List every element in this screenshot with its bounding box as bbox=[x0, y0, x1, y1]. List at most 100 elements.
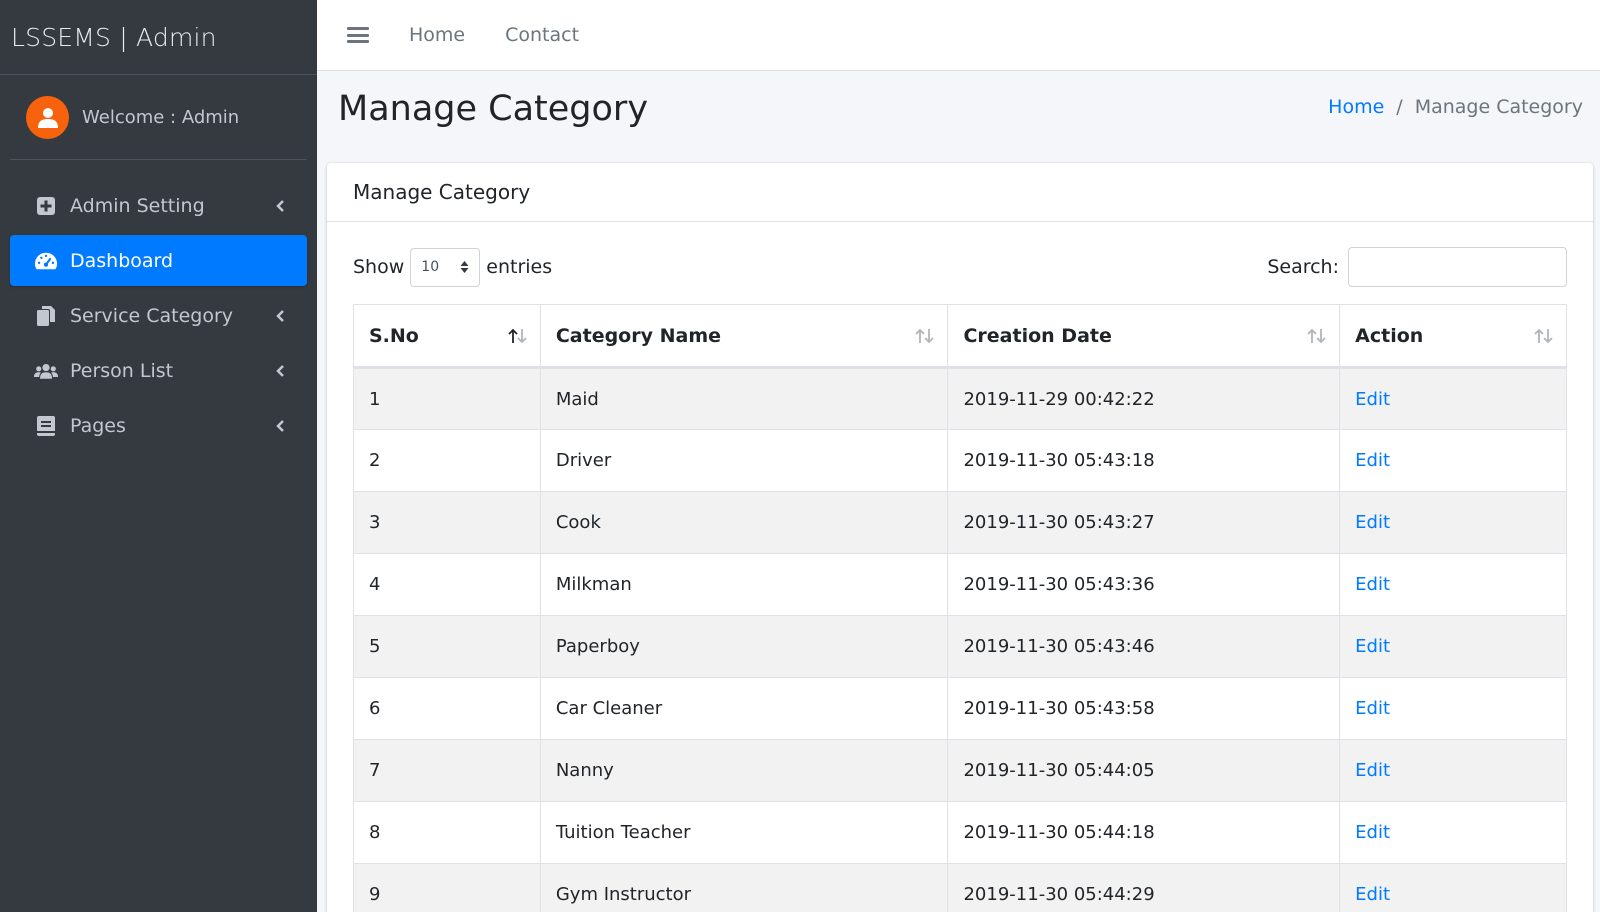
user-icon bbox=[37, 108, 58, 128]
chevron-left-icon bbox=[276, 364, 284, 377]
edit-link[interactable]: Edit bbox=[1355, 698, 1390, 719]
sidebar-item-label: Admin Setting bbox=[70, 194, 205, 217]
breadcrumb-current: Manage Category bbox=[1414, 96, 1583, 118]
cell-action: Edit bbox=[1339, 677, 1567, 740]
table-row: 7 Nanny 2019-11-30 05:44:05 Edit bbox=[353, 739, 1567, 802]
chevron-left-icon bbox=[276, 309, 284, 322]
top-navbar: Home Contact bbox=[317, 0, 1600, 71]
cell-action: Edit bbox=[1339, 553, 1567, 616]
avatar bbox=[26, 95, 69, 139]
entries-label: entries bbox=[486, 256, 553, 278]
table-row: 4 Milkman 2019-11-30 05:43:36 Edit bbox=[353, 553, 1567, 616]
brand-link[interactable]: LSSEMS | Admin bbox=[0, 0, 317, 75]
sidebar-item-label: Service Category bbox=[70, 304, 234, 327]
table-row: 9 Gym Instructor 2019-11-30 05:44:29 Edit bbox=[353, 863, 1567, 912]
cell-sno: 3 bbox=[353, 491, 541, 554]
cell-creation-date: 2019-11-30 05:44:18 bbox=[947, 801, 1341, 864]
nav-link-home[interactable]: Home bbox=[409, 24, 465, 46]
sort-icon bbox=[1307, 328, 1326, 343]
show-label: Show bbox=[353, 256, 405, 278]
cell-action: Edit bbox=[1339, 491, 1567, 554]
cell-creation-date: 2019-11-30 05:43:27 bbox=[947, 491, 1341, 554]
edit-link[interactable]: Edit bbox=[1355, 884, 1390, 905]
users-icon bbox=[34, 359, 58, 383]
cell-action: Edit bbox=[1339, 615, 1567, 678]
tachometer-icon bbox=[34, 249, 58, 273]
sort-ascending-icon bbox=[508, 328, 527, 343]
cell-creation-date: 2019-11-30 05:44:29 bbox=[947, 863, 1341, 912]
cell-sno: 2 bbox=[353, 429, 541, 492]
cell-category-name: Milkman bbox=[539, 553, 949, 616]
category-card: Manage Category Show 10 entries Search: … bbox=[327, 163, 1593, 912]
plus-square-icon bbox=[34, 194, 58, 218]
breadcrumb-separator: / bbox=[1396, 96, 1403, 118]
sidebar-nav: Admin Setting Dashboard Service Category… bbox=[10, 160, 307, 451]
edit-link[interactable]: Edit bbox=[1355, 822, 1390, 843]
table-controls: Show 10 entries Search: bbox=[353, 247, 1567, 287]
sidebar-item-service-category[interactable]: Service Category bbox=[10, 290, 307, 341]
cell-action: Edit bbox=[1339, 429, 1567, 492]
cell-category-name: Maid bbox=[539, 367, 949, 430]
cell-sno: 4 bbox=[353, 553, 541, 616]
column-header-label: Creation Date bbox=[963, 324, 1112, 347]
copy-icon bbox=[34, 304, 58, 328]
welcome-text: Welcome : Admin bbox=[82, 106, 240, 128]
column-header-sno[interactable]: S.No bbox=[353, 304, 541, 369]
table-body: 1 Maid 2019-11-29 00:42:22 Edit 2 Driver 2019-… bbox=[353, 367, 1567, 912]
edit-link[interactable]: Edit bbox=[1355, 512, 1390, 533]
cell-sno: 8 bbox=[353, 801, 541, 864]
table-row: 5 Paperboy 2019-11-30 05:43:46 Edit bbox=[353, 615, 1567, 678]
chevron-left-icon bbox=[276, 199, 284, 212]
sidebar-item-person-list[interactable]: Person List bbox=[10, 345, 307, 396]
edit-link[interactable]: Edit bbox=[1355, 636, 1390, 657]
table-row: 6 Car Cleaner 2019-11-30 05:43:58 Edit bbox=[353, 677, 1567, 740]
entries-select[interactable]: 10 bbox=[410, 247, 481, 287]
category-table: S.No Category Name Creation Date Action … bbox=[353, 304, 1567, 912]
column-header-category-name[interactable]: Category Name bbox=[539, 304, 949, 369]
cell-sno: 5 bbox=[353, 615, 541, 678]
cell-category-name: Car Cleaner bbox=[539, 677, 949, 740]
user-panel: Welcome : Admin bbox=[10, 75, 307, 160]
search-input[interactable] bbox=[1348, 247, 1567, 287]
sidebar: LSSEMS | Admin Welcome : Admin Admin Set… bbox=[0, 0, 317, 912]
sort-caret-icon bbox=[460, 261, 469, 273]
cell-category-name: Paperboy bbox=[539, 615, 949, 678]
content-header: Manage Category Home / Manage Category bbox=[317, 71, 1600, 163]
breadcrumb-home-link[interactable]: Home bbox=[1328, 96, 1384, 118]
table-row: 2 Driver 2019-11-30 05:43:18 Edit bbox=[353, 429, 1567, 492]
edit-link[interactable]: Edit bbox=[1355, 389, 1390, 410]
page-title: Manage Category bbox=[338, 89, 649, 129]
edit-link[interactable]: Edit bbox=[1355, 574, 1390, 595]
nav-link-contact[interactable]: Contact bbox=[505, 24, 579, 46]
cell-sno: 9 bbox=[353, 863, 541, 912]
cell-creation-date: 2019-11-29 00:42:22 bbox=[947, 367, 1341, 430]
cell-category-name: Tuition Teacher bbox=[539, 801, 949, 864]
brand-text: LSSEMS | Admin bbox=[11, 22, 217, 52]
cell-category-name: Nanny bbox=[539, 739, 949, 802]
breadcrumb: Home / Manage Category bbox=[1328, 96, 1583, 118]
cell-sno: 1 bbox=[353, 367, 541, 430]
cell-action: Edit bbox=[1339, 801, 1567, 864]
column-header-creation-date[interactable]: Creation Date bbox=[947, 304, 1341, 369]
cell-category-name: Driver bbox=[539, 429, 949, 492]
sidebar-item-admin-setting[interactable]: Admin Setting bbox=[10, 180, 307, 231]
table-search: Search: bbox=[1267, 247, 1567, 287]
entries-length: Show 10 entries bbox=[353, 247, 553, 287]
cell-action: Edit bbox=[1339, 863, 1567, 912]
table-row: 8 Tuition Teacher 2019-11-30 05:44:18 Edit bbox=[353, 801, 1567, 864]
table-row: 3 Cook 2019-11-30 05:43:27 Edit bbox=[353, 491, 1567, 554]
cell-sno: 7 bbox=[353, 739, 541, 802]
edit-link[interactable]: Edit bbox=[1355, 760, 1390, 781]
table-header-row: S.No Category Name Creation Date Action bbox=[353, 304, 1567, 369]
search-label: Search: bbox=[1267, 256, 1339, 278]
sort-icon bbox=[915, 328, 935, 343]
sidebar-item-dashboard[interactable]: Dashboard bbox=[10, 235, 307, 286]
entries-select-value: 10 bbox=[421, 259, 440, 275]
cell-action: Edit bbox=[1339, 739, 1567, 802]
column-header-action[interactable]: Action bbox=[1339, 304, 1567, 369]
sidebar-item-pages[interactable]: Pages bbox=[10, 400, 307, 451]
chevron-left-icon bbox=[276, 419, 284, 432]
book-icon bbox=[34, 414, 58, 438]
menu-toggle-icon[interactable] bbox=[347, 26, 369, 44]
edit-link[interactable]: Edit bbox=[1355, 450, 1390, 471]
